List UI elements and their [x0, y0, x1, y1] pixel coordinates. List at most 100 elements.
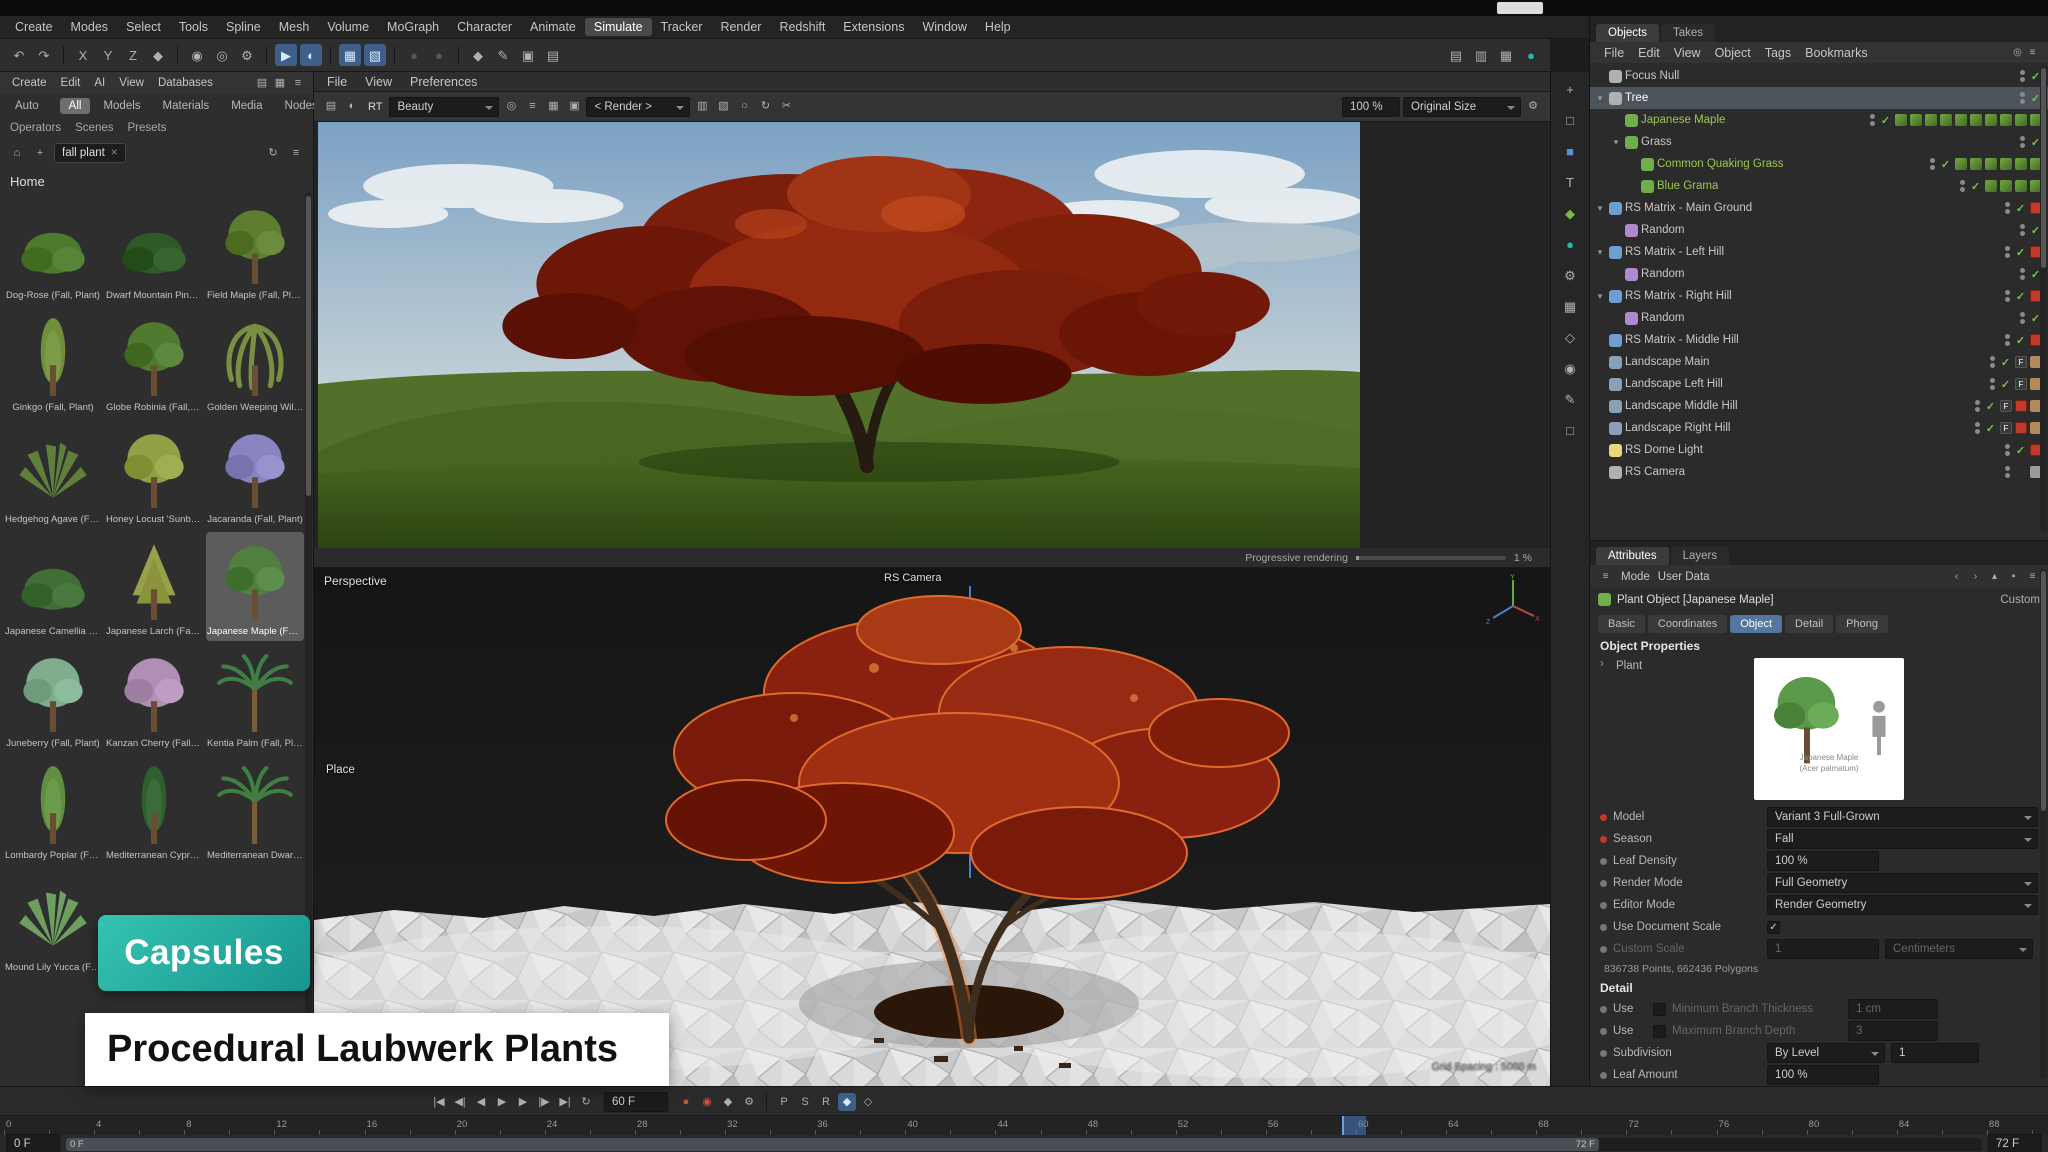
attribute-value-field[interactable]: 100 %: [1767, 851, 1879, 871]
asset-tab-presets[interactable]: Presets: [128, 122, 167, 134]
layout-monitor3-icon[interactable]: ▦: [1495, 44, 1517, 66]
range-end-handle[interactable]: 72 F: [1576, 1139, 1595, 1150]
object-row[interactable]: RS Matrix - Middle Hill✓: [1590, 329, 2048, 351]
objects-menu-tags[interactable]: Tags: [1759, 45, 1797, 61]
asset-item[interactable]: Mound Lily Yucca (Fall...: [4, 868, 102, 977]
asset-tab-models[interactable]: Models: [94, 98, 149, 114]
section-tab-basic[interactable]: Basic: [1598, 615, 1645, 633]
layout-monitor-icon[interactable]: ▤: [1445, 44, 1467, 66]
asset-tab-all[interactable]: All: [60, 98, 91, 114]
visibility-dots[interactable]: [2003, 202, 2011, 214]
asset-item[interactable]: Jacaranda (Fall, Plant): [206, 420, 304, 529]
use-checkbox[interactable]: [1653, 1003, 1666, 1016]
material-tag-chip[interactable]: [2015, 114, 2027, 126]
add-filter-icon[interactable]: +: [31, 144, 49, 162]
record-settings-button[interactable]: ⚙: [740, 1093, 758, 1111]
history-back-icon[interactable]: ‹: [1949, 569, 1964, 584]
go-to-end-button[interactable]: ▶|: [556, 1093, 574, 1111]
region-icon[interactable]: ▣: [565, 98, 583, 116]
layout-monitor2-icon[interactable]: ▥: [1470, 44, 1492, 66]
panel-menu-icon[interactable]: ≡: [2025, 569, 2040, 584]
asset-item[interactable]: Kanzan Cherry (Fall, Pl...: [105, 644, 203, 753]
asset-tab-media[interactable]: Media: [222, 98, 271, 114]
deformer-tool-icon[interactable]: ◆: [1559, 202, 1581, 224]
enable-checkmark-icon[interactable]: ✓: [1999, 356, 2012, 369]
timeline-ruler[interactable]: 0481216202428323640444852566064687276808…: [0, 1115, 2048, 1135]
section-tab-object[interactable]: Object: [1730, 615, 1782, 633]
mode-menu[interactable]: Mode: [1621, 571, 1650, 583]
asset-item[interactable]: Ginkgo (Fall, Plant): [4, 308, 102, 417]
asset-item[interactable]: Kentia Palm (Fall, Plant): [206, 644, 304, 753]
field-tool-icon[interactable]: ◇: [1559, 326, 1581, 348]
menu-modes[interactable]: Modes: [62, 18, 118, 36]
home-icon[interactable]: ⌂: [8, 144, 26, 162]
range-fill[interactable]: 0 F 72 F: [66, 1138, 1599, 1151]
attributes-scrollbar[interactable]: [2040, 569, 2047, 1079]
enable-checkmark-icon[interactable]: ✓: [2014, 290, 2027, 303]
ab-compare-icon[interactable]: ◐: [343, 98, 361, 116]
keyframe-dot[interactable]: [1600, 902, 1607, 909]
visibility-dots[interactable]: [1973, 422, 1981, 434]
object-row[interactable]: Focus Null✓: [1590, 65, 2048, 87]
object-row[interactable]: Random✓: [1590, 263, 2048, 285]
expand-arrow-icon[interactable]: ▾: [1594, 247, 1606, 258]
asset-menu-view[interactable]: View: [113, 76, 150, 90]
visibility-dots[interactable]: [2018, 136, 2026, 148]
asset-item[interactable]: Dwarf Mountain Pine (...: [105, 196, 203, 305]
asset-item[interactable]: Hedgehog Agave (Fall...: [4, 420, 102, 529]
enable-checkmark-icon[interactable]: ✓: [1984, 400, 1997, 413]
keyframe-rotation-toggle[interactable]: R: [817, 1093, 835, 1111]
objects-menu-file[interactable]: File: [1598, 45, 1630, 61]
grid-view-icon[interactable]: ▤: [253, 74, 271, 92]
menu-simulate[interactable]: Simulate: [585, 18, 652, 36]
panel-tab-objects[interactable]: Objects: [1596, 24, 1659, 42]
attribute-value-dropdown[interactable]: Variant 3 Full-Grown: [1767, 807, 2038, 827]
menu-spline[interactable]: Spline: [217, 18, 270, 36]
visibility-dots[interactable]: [1973, 400, 1981, 412]
asset-menu-edit[interactable]: Edit: [55, 76, 87, 90]
asset-item[interactable]: Japanese Larch (Fall, ...: [105, 532, 203, 641]
menu-render[interactable]: Render: [711, 18, 770, 36]
axis-gizmo[interactable]: Y X Z: [1484, 572, 1542, 630]
objects-scrollbar[interactable]: [2040, 66, 2047, 532]
asset-tab-auto[interactable]: Auto: [6, 98, 48, 114]
asset-menu-databases[interactable]: Databases: [152, 76, 219, 90]
visibility-dots[interactable]: [1958, 180, 1966, 192]
attribute-value-dropdown[interactable]: Full Geometry: [1767, 873, 2038, 893]
range-slider[interactable]: 0 F 72 F: [66, 1138, 1982, 1151]
expand-arrow-icon[interactable]: ▾: [1610, 137, 1622, 148]
history-forward-icon[interactable]: ›: [1968, 569, 1983, 584]
render-settings-button[interactable]: ⚙: [236, 44, 258, 66]
visibility-dots[interactable]: [2018, 268, 2026, 280]
layout-switcher[interactable]: [1497, 2, 1543, 14]
use-checkbox[interactable]: [1653, 1025, 1666, 1038]
keyframe-selection-button[interactable]: ◆: [719, 1093, 737, 1111]
material-tag-chip[interactable]: [1985, 158, 1997, 170]
capsule-icon[interactable]: ▤: [542, 44, 564, 66]
material-tag-chip[interactable]: [1925, 114, 1937, 126]
visibility-dots[interactable]: [1988, 356, 1996, 368]
field-tag-chip[interactable]: F: [2000, 400, 2012, 412]
user-data-menu[interactable]: User Data: [1658, 571, 1710, 583]
objects-menu-view[interactable]: View: [1668, 45, 1707, 61]
menu-mesh[interactable]: Mesh: [270, 18, 319, 36]
asset-item[interactable]: Japanese Maple (Fall, ...: [206, 532, 304, 641]
next-key-button[interactable]: |▶: [535, 1093, 553, 1111]
material-tag-chip[interactable]: [2015, 158, 2027, 170]
render-viewport[interactable]: [314, 122, 1550, 548]
search-filter-chip[interactable]: fall plant×: [54, 143, 126, 163]
redshift-tag-chip[interactable]: [2015, 422, 2027, 434]
subdivision-mode-dropdown[interactable]: By Level: [1767, 1043, 1885, 1063]
navigate-icon[interactable]: ▧: [714, 98, 732, 116]
perspective-viewport[interactable]: Perspective RS Camera Place Grid Spacing…: [314, 568, 1550, 1086]
menu-create[interactable]: Create: [6, 18, 62, 36]
visibility-dots[interactable]: [2018, 312, 2026, 324]
section-tab-phong[interactable]: Phong: [1836, 615, 1888, 633]
history-icon[interactable]: ▥: [693, 98, 711, 116]
simulation-ball-icon[interactable]: ●: [1559, 233, 1581, 255]
attribute-menu-icon[interactable]: ≡: [1598, 569, 1613, 584]
refresh-icon[interactable]: ↻: [264, 144, 282, 162]
next-frame-button[interactable]: ▶: [514, 1093, 532, 1111]
material-tag-chip[interactable]: [2015, 180, 2027, 192]
enable-checkmark-icon[interactable]: ✓: [1939, 158, 1952, 171]
